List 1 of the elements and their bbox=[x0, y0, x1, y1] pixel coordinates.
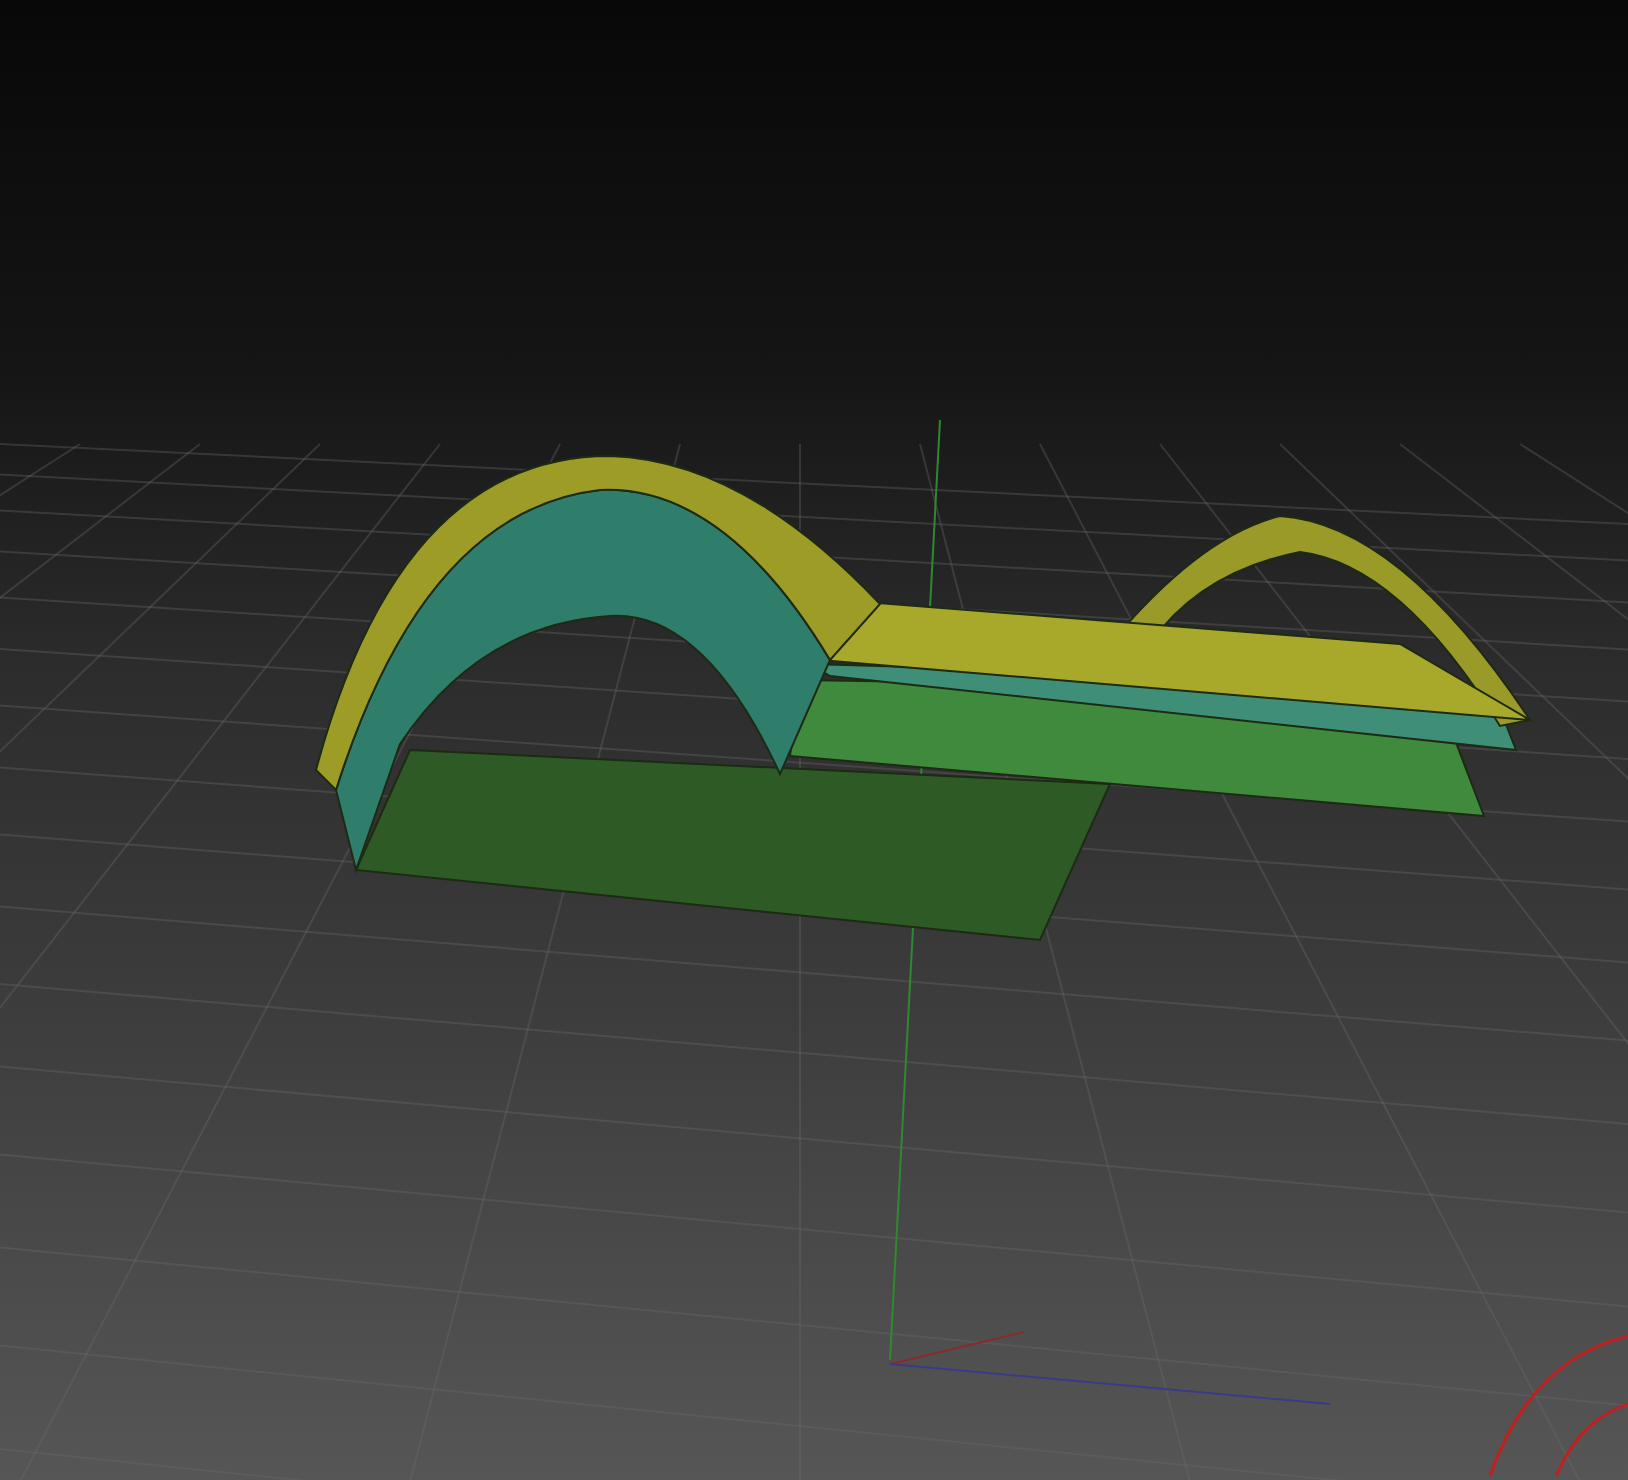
x-axis-line bbox=[889, 1331, 1025, 1365]
